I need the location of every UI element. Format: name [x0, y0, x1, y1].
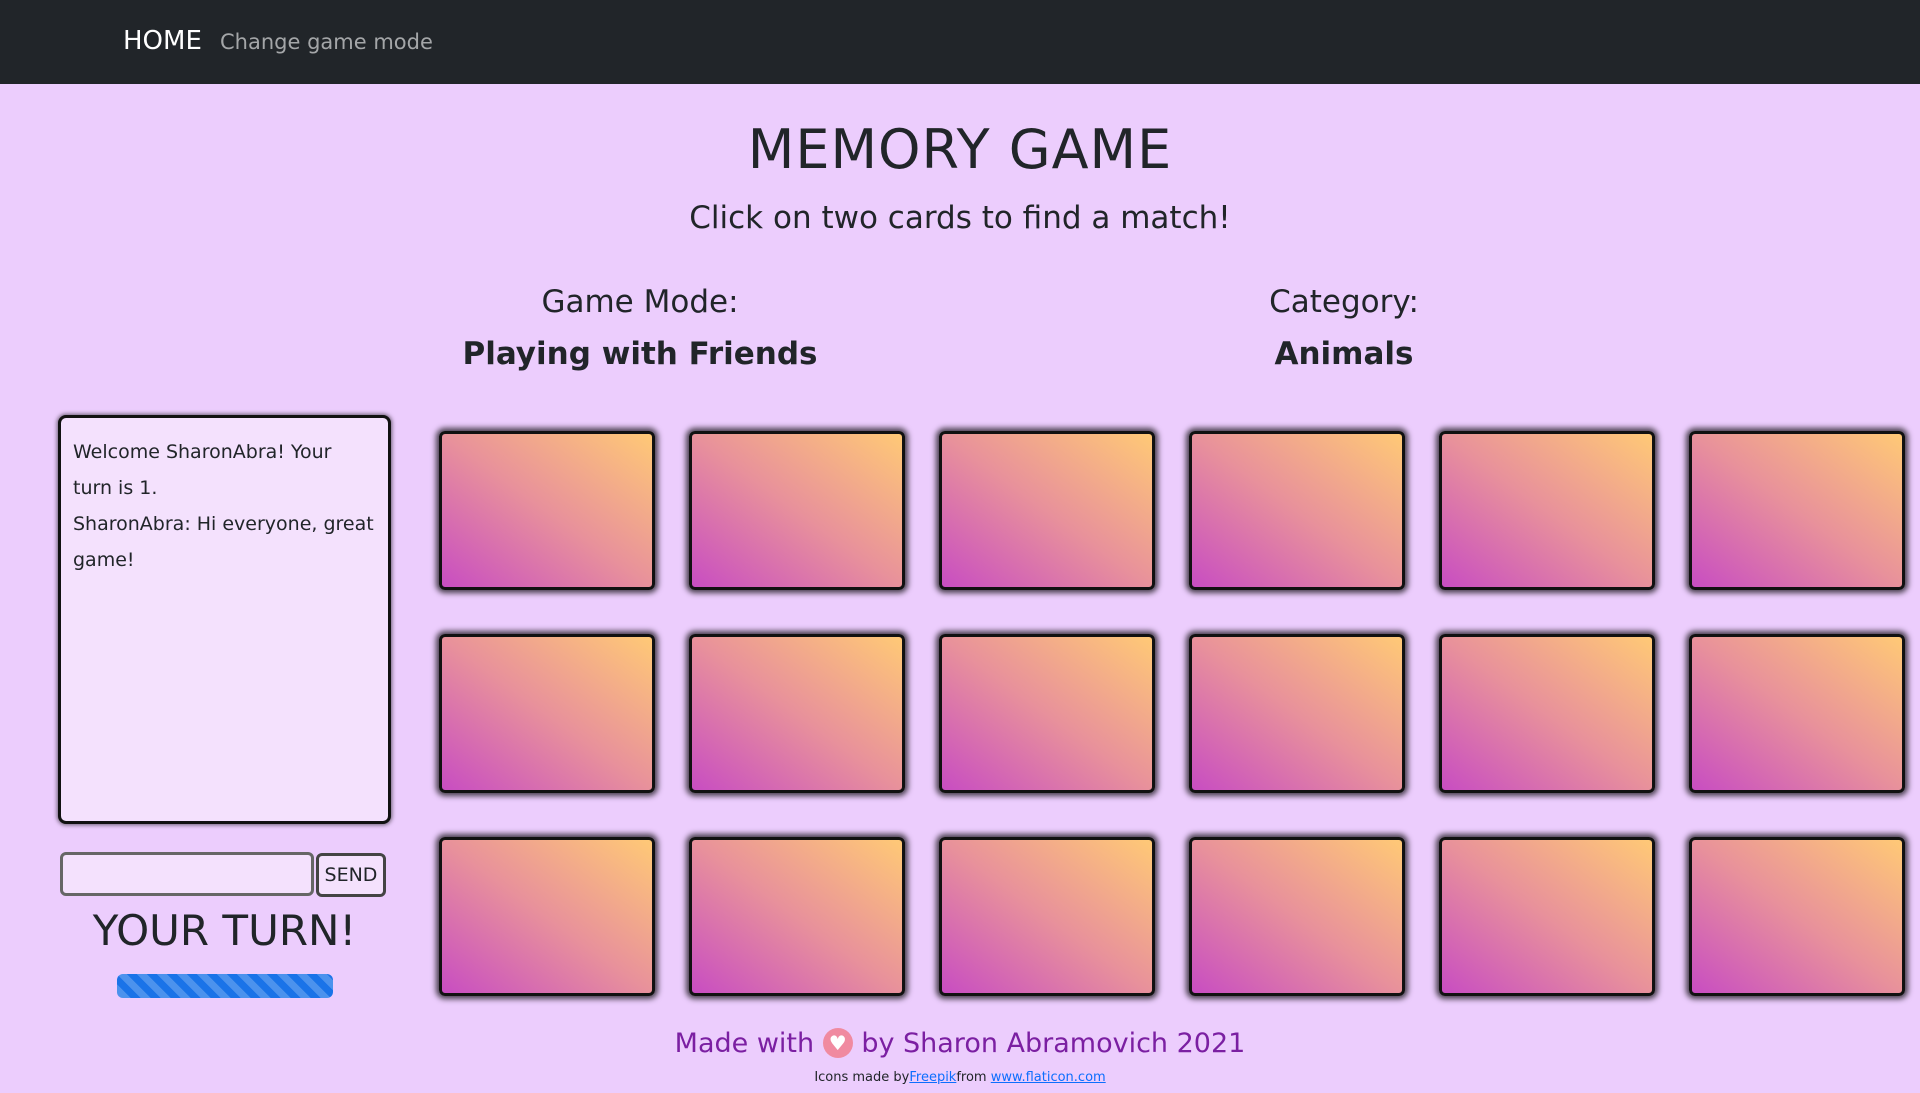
game-mode-info: Game Mode: Playing with Friends [390, 284, 890, 372]
flaticon-link[interactable]: www.flaticon.com [991, 1070, 1106, 1085]
category-value: Animals [1274, 336, 1414, 372]
chat-message: SharonAbra: Hi everyone, great game! [73, 513, 374, 571]
memory-card[interactable] [1689, 837, 1905, 996]
nav-home-link[interactable]: HOME [123, 26, 202, 56]
chat-message: Welcome SharonAbra! Your turn is 1. [73, 441, 332, 499]
credits-prefix: Icons made by [814, 1070, 910, 1085]
turn-indicator: YOUR TURN! [92, 906, 357, 955]
memory-card[interactable] [439, 837, 655, 996]
memory-card[interactable] [689, 634, 905, 793]
memory-card[interactable] [1689, 431, 1905, 590]
game-mode-value: Playing with Friends [462, 336, 818, 372]
memory-card[interactable] [1189, 431, 1405, 590]
page-subtitle: Click on two cards to find a match! [689, 200, 1231, 236]
nav-change-game-mode-link[interactable]: Change game mode [220, 30, 433, 54]
memory-card[interactable] [939, 837, 1155, 996]
memory-card[interactable] [1439, 634, 1655, 793]
freepik-link[interactable]: Freepik [909, 1070, 956, 1085]
category-label: Category: [1269, 284, 1419, 320]
memory-card[interactable] [439, 634, 655, 793]
memory-card[interactable] [1189, 837, 1405, 996]
memory-card[interactable] [439, 431, 655, 590]
send-button[interactable]: SEND [316, 853, 386, 897]
memory-card[interactable] [939, 431, 1155, 590]
memory-card[interactable] [939, 634, 1155, 793]
memory-card[interactable] [1689, 634, 1905, 793]
memory-card[interactable] [1439, 837, 1655, 996]
game-mode-label: Game Mode: [541, 284, 739, 320]
footer-made-with: Made with by Sharon Abramovich 2021 [0, 1028, 1920, 1059]
navbar: HOME Change game mode [0, 0, 1920, 84]
credits-from: from [956, 1070, 987, 1085]
memory-card[interactable] [1439, 431, 1655, 590]
chat-messages-box[interactable]: Welcome SharonAbra! Your turn is 1. Shar… [58, 415, 391, 824]
memory-card[interactable] [1189, 634, 1405, 793]
turn-progress-bar [117, 974, 333, 998]
turn-progress-fill [117, 974, 333, 998]
footer-made-with-prefix: Made with [674, 1028, 815, 1059]
memory-card[interactable] [689, 837, 905, 996]
chat-input[interactable] [60, 852, 314, 896]
heart-icon [822, 1028, 853, 1058]
footer-credits: Icons made byFreepikfrom www.flaticon.co… [0, 1070, 1920, 1085]
page-title: MEMORY GAME [747, 118, 1173, 181]
footer-author: by Sharon Abramovich 2021 [861, 1028, 1246, 1059]
category-info: Category: Animals [1094, 284, 1594, 372]
memory-card[interactable] [689, 431, 905, 590]
